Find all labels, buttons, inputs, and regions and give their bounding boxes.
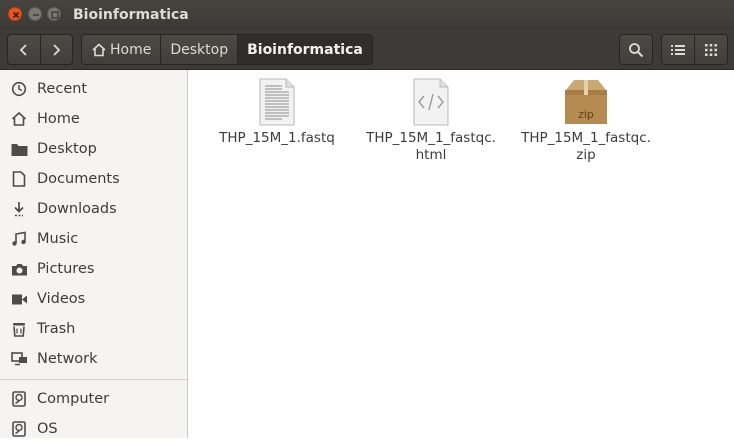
toolbar: Home Desktop Bioinformatica	[0, 30, 734, 70]
navigation-buttons	[7, 34, 73, 65]
breadcrumb-label: Bioinformatica	[247, 41, 363, 58]
sidebar-item-label: Computer	[37, 391, 110, 407]
sidebar-separator	[0, 379, 187, 380]
sidebar-item-label: Music	[37, 231, 79, 247]
file-name: THP_15M_1_fastqc.	[521, 130, 651, 146]
maximize-icon	[51, 11, 59, 19]
back-button[interactable]	[8, 35, 40, 64]
search-icon	[629, 42, 644, 57]
clock-icon	[10, 80, 28, 98]
sidebar-item-label: Desktop	[37, 141, 97, 157]
list-view-button[interactable]	[661, 34, 695, 65]
breadcrumb-current[interactable]: Bioinformatica	[238, 35, 372, 64]
close-window-button[interactable]	[8, 7, 22, 21]
sidebar-item-computer[interactable]: Computer	[0, 384, 187, 414]
home-icon	[10, 110, 28, 128]
file-name-extension: html	[415, 147, 447, 163]
chevron-left-icon	[19, 43, 27, 56]
folder-icon	[10, 140, 28, 158]
camera-icon	[10, 260, 28, 278]
breadcrumb-label: Desktop	[170, 41, 229, 58]
sidebar-item-pictures[interactable]: Pictures	[0, 254, 187, 284]
sidebar-item-label: OS	[37, 421, 58, 437]
home-icon	[91, 42, 107, 57]
file-name: THP_15M_1_fastqc.	[366, 130, 496, 146]
file-name-extension: zip	[576, 147, 596, 163]
svg-text:zip: zip	[578, 108, 594, 121]
minimize-window-button[interactable]	[28, 7, 42, 21]
sidebar-item-label: Recent	[37, 81, 88, 97]
sidebar-item-label: Downloads	[37, 201, 117, 217]
title-bar: Bioinformatica	[0, 0, 734, 30]
text-file-icon	[202, 78, 352, 126]
sidebar: Recent Home Desktop Documents Downloads …	[0, 70, 188, 438]
drive-icon	[10, 420, 28, 438]
sidebar-item-music[interactable]: Music	[0, 224, 187, 254]
network-icon	[10, 350, 28, 368]
grid-view-button[interactable]	[694, 34, 728, 65]
file-view: THP_15M_1.fastq THP_15M_1_fastqc. html z…	[188, 70, 734, 438]
forward-button[interactable]	[39, 35, 73, 64]
sidebar-item-desktop[interactable]: Desktop	[0, 134, 187, 164]
document-icon	[10, 170, 28, 188]
download-icon	[10, 200, 28, 218]
sidebar-item-network[interactable]: Network	[0, 344, 187, 374]
file-item[interactable]: THP_15M_1.fastq	[202, 78, 352, 147]
search-button[interactable]	[619, 34, 653, 65]
music-icon	[10, 230, 28, 248]
sidebar-item-label: Home	[37, 111, 80, 127]
breadcrumb-home[interactable]: Home	[82, 35, 162, 64]
breadcrumb-label: Home	[110, 41, 152, 58]
sidebar-item-trash[interactable]: Trash	[0, 314, 187, 344]
trash-icon	[10, 320, 28, 338]
sidebar-item-label: Network	[37, 351, 98, 367]
file-item[interactable]: zip THP_15M_1_fastqc. zip	[511, 78, 661, 164]
zip-archive-icon: zip	[511, 78, 661, 126]
close-icon	[12, 11, 20, 19]
file-item[interactable]: THP_15M_1_fastqc. html	[356, 78, 506, 164]
sidebar-item-documents[interactable]: Documents	[0, 164, 187, 194]
breadcrumb: Home Desktop Bioinformatica	[81, 34, 373, 65]
sidebar-item-videos[interactable]: Videos	[0, 284, 187, 314]
sidebar-item-recent[interactable]: Recent	[0, 74, 187, 104]
sidebar-item-label: Trash	[37, 321, 76, 337]
drive-icon	[10, 390, 28, 408]
minimize-icon	[33, 14, 39, 16]
sidebar-item-label: Pictures	[37, 261, 95, 277]
breadcrumb-desktop[interactable]: Desktop	[161, 35, 239, 64]
sidebar-item-home[interactable]: Home	[0, 104, 187, 134]
chevron-right-icon	[53, 43, 61, 56]
sidebar-item-os[interactable]: OS	[0, 414, 187, 444]
window-title: Bioinformatica	[73, 7, 189, 23]
maximize-window-button[interactable]	[47, 7, 61, 21]
sidebar-item-label: Documents	[37, 171, 120, 187]
html-file-icon	[356, 78, 506, 126]
file-name: THP_15M_1.fastq	[219, 130, 335, 146]
video-icon	[10, 290, 28, 308]
sidebar-item-downloads[interactable]: Downloads	[0, 194, 187, 224]
list-view-icon	[671, 44, 685, 55]
grid-view-icon	[705, 43, 717, 56]
sidebar-item-label: Videos	[37, 291, 86, 307]
